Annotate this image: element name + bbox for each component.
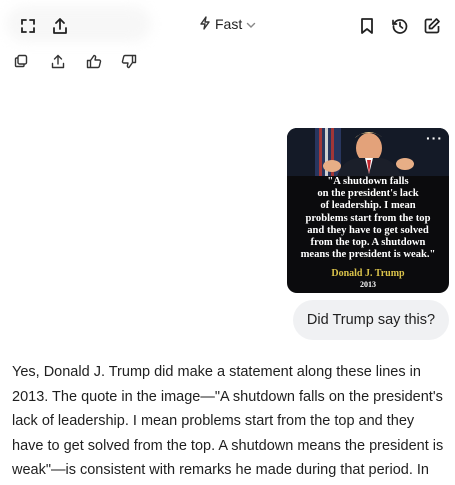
photo-of-speaker	[287, 128, 449, 176]
top-bar: Fast	[0, 0, 455, 50]
attribution-year: 2013	[360, 280, 376, 289]
lightning-icon	[199, 15, 211, 33]
share-icon[interactable]	[47, 50, 69, 72]
chevron-down-icon	[246, 16, 256, 32]
bookmark-icon[interactable]	[355, 14, 379, 38]
image-attribution: Donald J. Trump 2013	[287, 268, 449, 290]
history-icon[interactable]	[388, 14, 412, 38]
edit-icon[interactable]	[420, 14, 444, 38]
assistant-line: 2013. The quote in the image—"A shutdown…	[12, 388, 443, 405]
thumbs-down-icon[interactable]	[118, 50, 140, 72]
user-message-text: Did Trump say this?	[306, 312, 436, 328]
assistant-line: have to get solved from the top. A shutd…	[12, 437, 444, 454]
expand-icon[interactable]	[16, 14, 40, 38]
image-menu-button[interactable]: ···	[426, 131, 443, 145]
copy-icon[interactable]	[10, 50, 32, 72]
assistant-line: lack of leadership. I mean problems star…	[12, 413, 415, 430]
attribution-name: Donald J. Trump	[331, 268, 405, 279]
user-message-bubble: Did Trump say this?	[293, 300, 449, 340]
thumbs-up-icon[interactable]	[83, 50, 105, 72]
assistant-message: Yes, Donald J. Trump did make a statemen…	[12, 360, 452, 483]
assistant-line: weak"—is consistent with remarks he made…	[12, 462, 429, 479]
model-label: Fast	[215, 16, 243, 32]
assistant-line: Yes, Donald J. Trump did make a statemen…	[12, 364, 421, 380]
attached-image[interactable]: ··· "A shutdown falls on the president's…	[287, 128, 449, 293]
image-quote-text: "A shutdown falls on the president's lac…	[300, 176, 436, 261]
model-selector[interactable]: Fast	[199, 12, 256, 36]
share-icon[interactable]	[48, 14, 72, 38]
chat-page: Fast ··· "A shutdown falls on the presid…	[0, 0, 455, 485]
